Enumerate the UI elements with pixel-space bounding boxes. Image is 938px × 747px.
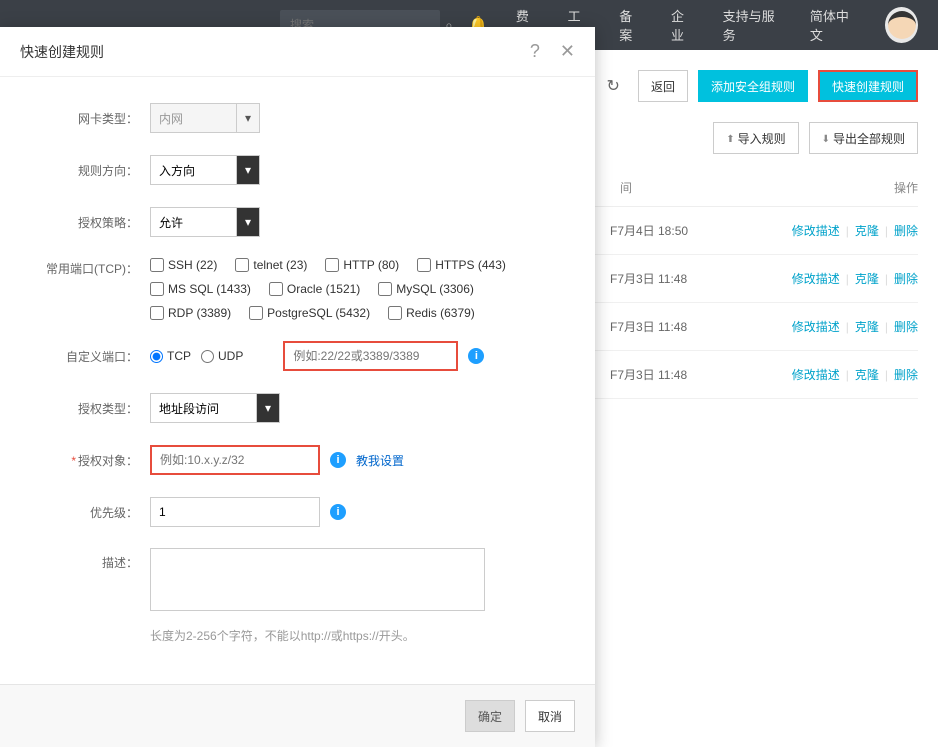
row-time: F7月4日 18:50 bbox=[610, 222, 740, 239]
label-auth-obj: *授权对象： bbox=[30, 452, 150, 469]
description-hint: 长度为2-256个字符，不能以http://或https://开头。 bbox=[150, 627, 415, 644]
label-nic: 网卡类型： bbox=[30, 110, 150, 127]
teach-link[interactable]: 教我设置 bbox=[356, 452, 404, 469]
modal-title: 快速创建规则 bbox=[20, 42, 104, 62]
nav-lang[interactable]: 简体中文 bbox=[810, 6, 857, 44]
port-checkbox[interactable]: HTTP (80) bbox=[325, 258, 399, 272]
port-checkbox[interactable]: PostgreSQL (5432) bbox=[249, 306, 370, 320]
export-button[interactable]: 导出全部规则 bbox=[809, 122, 918, 154]
header-time: 间 bbox=[620, 179, 750, 196]
port-checkbox[interactable]: MySQL (3306) bbox=[378, 282, 474, 296]
avatar[interactable] bbox=[885, 7, 918, 43]
delete-link[interactable]: 删除 bbox=[894, 222, 918, 239]
add-rule-button[interactable]: 添加安全组规则 bbox=[698, 70, 808, 102]
ok-button[interactable]: 确定 bbox=[465, 700, 515, 732]
clone-link[interactable]: 克隆 bbox=[855, 222, 879, 239]
cancel-button[interactable]: 取消 bbox=[525, 700, 575, 732]
port-checkbox[interactable]: SSH (22) bbox=[150, 258, 217, 272]
upload-icon bbox=[726, 131, 737, 145]
help-icon[interactable]: ? bbox=[530, 41, 540, 62]
close-icon[interactable]: ✕ bbox=[560, 41, 575, 62]
info-icon[interactable]: i bbox=[468, 348, 484, 364]
clone-link[interactable]: 克隆 bbox=[855, 366, 879, 383]
download-icon bbox=[822, 131, 833, 145]
modal-header: 快速创建规则 ? ✕ bbox=[0, 27, 595, 77]
port-checkbox[interactable]: Redis (6379) bbox=[388, 306, 475, 320]
auth-type-select[interactable] bbox=[150, 393, 280, 423]
quick-create-button[interactable]: 快速创建规则 bbox=[818, 70, 918, 102]
info-icon[interactable]: i bbox=[330, 504, 346, 520]
row-time: F7月3日 11:48 bbox=[610, 318, 740, 335]
row-time: F7月3日 11:48 bbox=[610, 366, 740, 383]
protocol-tcp-radio[interactable]: TCP bbox=[150, 349, 191, 363]
policy-select[interactable] bbox=[150, 207, 260, 237]
label-ports: 常用端口(TCP)： bbox=[30, 258, 150, 277]
description-textarea[interactable] bbox=[150, 548, 485, 611]
header-ops: 操作 bbox=[858, 179, 918, 196]
label-priority: 优先级： bbox=[30, 504, 150, 521]
custom-port-input[interactable] bbox=[283, 341, 458, 371]
auth-object-input[interactable] bbox=[150, 445, 320, 475]
info-icon[interactable]: i bbox=[330, 452, 346, 468]
modal-body: 网卡类型： 规则方向： 授权策略： 常用 bbox=[0, 77, 595, 684]
clone-link[interactable]: 克隆 bbox=[855, 318, 879, 335]
port-checkbox[interactable]: HTTPS (443) bbox=[417, 258, 506, 272]
quick-create-modal: 快速创建规则 ? ✕ 网卡类型： 规则方向： 授权策略： bbox=[0, 27, 595, 747]
label-description: 描述： bbox=[30, 548, 150, 571]
nav-support[interactable]: 支持与服务 bbox=[723, 6, 782, 44]
label-custom-port: 自定义端口： bbox=[30, 348, 150, 365]
refresh-icon[interactable]: ↻ bbox=[599, 76, 628, 96]
label-auth-type: 授权类型： bbox=[30, 400, 150, 417]
nav-beian[interactable]: 备案 bbox=[619, 6, 643, 44]
edit-link[interactable]: 修改描述 bbox=[792, 270, 840, 287]
port-checkbox[interactable]: telnet (23) bbox=[235, 258, 307, 272]
edit-link[interactable]: 修改描述 bbox=[792, 366, 840, 383]
back-button[interactable]: 返回 bbox=[638, 70, 688, 102]
label-policy: 授权策略： bbox=[30, 214, 150, 231]
delete-link[interactable]: 删除 bbox=[894, 318, 918, 335]
label-direction: 规则方向： bbox=[30, 162, 150, 179]
delete-link[interactable]: 删除 bbox=[894, 366, 918, 383]
nic-select bbox=[150, 103, 260, 133]
port-checkbox[interactable]: MS SQL (1433) bbox=[150, 282, 251, 296]
clone-link[interactable]: 克隆 bbox=[855, 270, 879, 287]
modal-footer: 确定 取消 bbox=[0, 684, 595, 747]
port-checkbox[interactable]: RDP (3389) bbox=[150, 306, 231, 320]
port-checkbox[interactable]: Oracle (1521) bbox=[269, 282, 360, 296]
direction-select[interactable] bbox=[150, 155, 260, 185]
priority-input[interactable] bbox=[150, 497, 320, 527]
row-time: F7月3日 11:48 bbox=[610, 270, 740, 287]
import-button[interactable]: 导入规则 bbox=[713, 122, 798, 154]
edit-link[interactable]: 修改描述 bbox=[792, 318, 840, 335]
nav-enterprise[interactable]: 企业 bbox=[671, 6, 695, 44]
delete-link[interactable]: 删除 bbox=[894, 270, 918, 287]
protocol-udp-radio[interactable]: UDP bbox=[201, 349, 243, 363]
edit-link[interactable]: 修改描述 bbox=[792, 222, 840, 239]
